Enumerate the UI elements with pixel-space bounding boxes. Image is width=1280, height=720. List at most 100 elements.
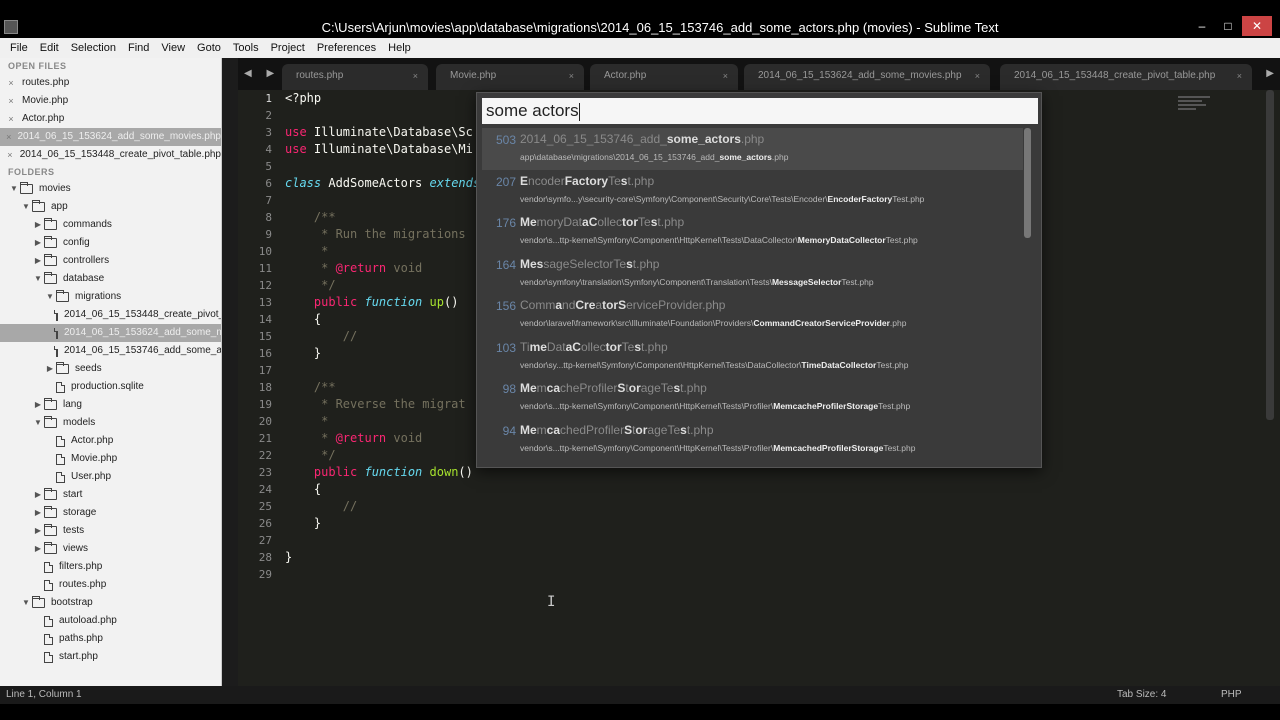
tree-item-file[interactable]: 2014_06_15_153448_create_pivot_table.php xyxy=(0,306,221,324)
tree-item-file[interactable]: filters.php xyxy=(0,558,221,576)
goto-result-item[interactable]: 207 EncoderFactoryTest.php vendor\symfo...… xyxy=(482,170,1023,212)
editor-scrollbar[interactable] xyxy=(1266,90,1274,420)
tab-0[interactable]: routes.php × xyxy=(282,64,428,90)
tree-item-folder[interactable]: ▶ seeds xyxy=(0,360,221,378)
goto-search-input[interactable]: some actors xyxy=(482,98,1038,124)
tree-item-folder[interactable]: ▼ app xyxy=(0,198,221,216)
tree-item-file[interactable]: User.php xyxy=(0,468,221,486)
menu-item-help[interactable]: Help xyxy=(382,38,417,58)
menu-item-file[interactable]: File xyxy=(4,38,34,58)
tab-scroll-right-icon[interactable]: ▶ xyxy=(1266,68,1274,79)
tree-item-folder[interactable]: ▶ config xyxy=(0,234,221,252)
tree-item-folder[interactable]: ▼ movies xyxy=(0,180,221,198)
filename-segment: m xyxy=(536,381,547,395)
tree-item-folder[interactable]: ▶ storage xyxy=(0,504,221,522)
close-icon[interactable]: × xyxy=(569,64,574,88)
tree-item-folder[interactable]: ▼ migrations xyxy=(0,288,221,306)
tree-item-folder[interactable]: ▼ models xyxy=(0,414,221,432)
chevron-right-icon[interactable]: ▶ xyxy=(32,540,44,558)
tab-1[interactable]: Movie.php × xyxy=(436,64,584,90)
chevron-right-icon[interactable]: ▶ xyxy=(32,522,44,540)
chevron-down-icon[interactable]: ▼ xyxy=(20,594,32,612)
maximize-button[interactable]: □ xyxy=(1216,16,1240,36)
chevron-right-icon[interactable]: ▶ xyxy=(32,234,44,252)
chevron-right-icon[interactable]: ▶ xyxy=(32,504,44,522)
tab-2[interactable]: Actor.php × xyxy=(590,64,738,90)
tree-item-folder[interactable]: ▶ views xyxy=(0,540,221,558)
sidebar-divider[interactable] xyxy=(222,58,238,686)
tab-3[interactable]: 2014_06_15_153624_add_some_movies.php × xyxy=(744,64,990,90)
chevron-down-icon[interactable]: ▼ xyxy=(32,414,44,432)
code-line[interactable] xyxy=(285,566,1185,583)
menu-item-view[interactable]: View xyxy=(155,38,191,58)
tree-item-folder[interactable]: ▶ lang xyxy=(0,396,221,414)
chevron-right-icon[interactable]: ▶ xyxy=(32,396,44,414)
goto-results-scrollbar[interactable] xyxy=(1024,128,1031,238)
chevron-right-icon[interactable]: ▶ xyxy=(44,360,56,378)
tree-item-file[interactable]: 2014_06_15_153746_add_some_actors.php xyxy=(0,342,221,360)
close-icon[interactable]: × xyxy=(1237,64,1242,88)
chevron-down-icon[interactable]: ▼ xyxy=(44,288,56,306)
chevron-right-icon[interactable]: ▶ xyxy=(32,486,44,504)
syntax-selector[interactable]: PHP xyxy=(1221,686,1242,704)
code-line[interactable] xyxy=(285,532,1185,549)
code-line[interactable]: } xyxy=(285,515,1185,532)
tree-item-file[interactable]: paths.php xyxy=(0,630,221,648)
goto-result-item[interactable]: 503 2014_06_15_153746_add_some_actors.php… xyxy=(482,128,1023,170)
code-line[interactable]: // xyxy=(285,498,1185,515)
code-line[interactable]: { xyxy=(285,481,1185,498)
menu-item-find[interactable]: Find xyxy=(122,38,155,58)
tree-item-folder[interactable]: ▶ start xyxy=(0,486,221,504)
open-file-item[interactable]: × Actor.php xyxy=(0,110,221,128)
tab-nav-arrows[interactable]: ◀ ▶ xyxy=(244,68,280,79)
tree-item-folder[interactable]: ▼ database xyxy=(0,270,221,288)
close-icon[interactable]: × xyxy=(413,64,418,88)
tree-item-file[interactable]: routes.php xyxy=(0,576,221,594)
menu-item-preferences[interactable]: Preferences xyxy=(311,38,382,58)
goto-result-item[interactable]: 176 MemoryDataCollectorTest.php vendor\s..… xyxy=(482,211,1023,253)
chevron-down-icon[interactable]: ▼ xyxy=(20,198,32,216)
menu-item-selection[interactable]: Selection xyxy=(65,38,122,58)
close-icon[interactable]: × xyxy=(0,92,22,110)
goto-result-item[interactable]: 103 TimeDataCollectorTest.php vendor\sy...… xyxy=(482,336,1023,378)
chevron-right-icon[interactable]: ▶ xyxy=(32,216,44,234)
tree-item-file[interactable]: production.sqlite xyxy=(0,378,221,396)
goto-result-item[interactable]: 98 MemcacheProfilerStorageTest.php vendor\… xyxy=(482,377,1023,419)
goto-result-item[interactable]: 156 CommandCreatorServiceProvider.php vend… xyxy=(482,294,1023,336)
tab-size-selector[interactable]: Tab Size: 4 xyxy=(1117,686,1166,704)
minimap[interactable] xyxy=(1178,96,1218,136)
open-file-item[interactable]: × Movie.php xyxy=(0,92,221,110)
tree-item-folder[interactable]: ▼ bootstrap xyxy=(0,594,221,612)
close-icon[interactable]: × xyxy=(0,128,17,146)
tree-item-folder[interactable]: ▶ controllers xyxy=(0,252,221,270)
tree-item-folder[interactable]: ▶ commands xyxy=(0,216,221,234)
sublime-app-icon[interactable] xyxy=(4,20,18,34)
code-line[interactable]: } xyxy=(285,549,1185,566)
open-file-item[interactable]: × routes.php xyxy=(0,74,221,92)
chevron-right-icon[interactable]: ▶ xyxy=(32,252,44,270)
tab-4[interactable]: 2014_06_15_153448_create_pivot_table.php… xyxy=(1000,64,1252,90)
tree-item-file[interactable]: Actor.php xyxy=(0,432,221,450)
tree-item-file[interactable]: start.php xyxy=(0,648,221,666)
open-file-item[interactable]: × 2014_06_15_153448_create_pivot_table.ph… xyxy=(0,146,221,164)
tree-item-file[interactable]: autoload.php xyxy=(0,612,221,630)
menu-item-tools[interactable]: Tools xyxy=(227,38,265,58)
goto-result-item[interactable]: 94 MemcachedProfilerStorageTest.php vendor… xyxy=(482,419,1023,461)
close-icon[interactable]: × xyxy=(723,64,728,88)
close-icon[interactable]: × xyxy=(975,64,980,88)
close-icon[interactable]: × xyxy=(0,146,20,164)
tree-item-file[interactable]: Movie.php xyxy=(0,450,221,468)
menu-item-edit[interactable]: Edit xyxy=(34,38,65,58)
tree-item-file[interactable]: 2014_06_15_153624_add_some_movies.php xyxy=(0,324,221,342)
close-icon[interactable]: × xyxy=(0,110,22,128)
close-window-button[interactable]: ✕ xyxy=(1242,16,1272,36)
open-file-item[interactable]: × 2014_06_15_153624_add_some_movies.php xyxy=(0,128,221,146)
menu-item-goto[interactable]: Goto xyxy=(191,38,227,58)
menu-item-project[interactable]: Project xyxy=(265,38,311,58)
tree-item-folder[interactable]: ▶ tests xyxy=(0,522,221,540)
goto-result-item[interactable]: 164 MessageSelectorTest.php vendor\symfony… xyxy=(482,253,1023,295)
chevron-down-icon[interactable]: ▼ xyxy=(32,270,44,288)
chevron-down-icon[interactable]: ▼ xyxy=(8,180,20,198)
close-icon[interactable]: × xyxy=(0,74,22,92)
minimize-button[interactable]: – xyxy=(1190,16,1214,36)
